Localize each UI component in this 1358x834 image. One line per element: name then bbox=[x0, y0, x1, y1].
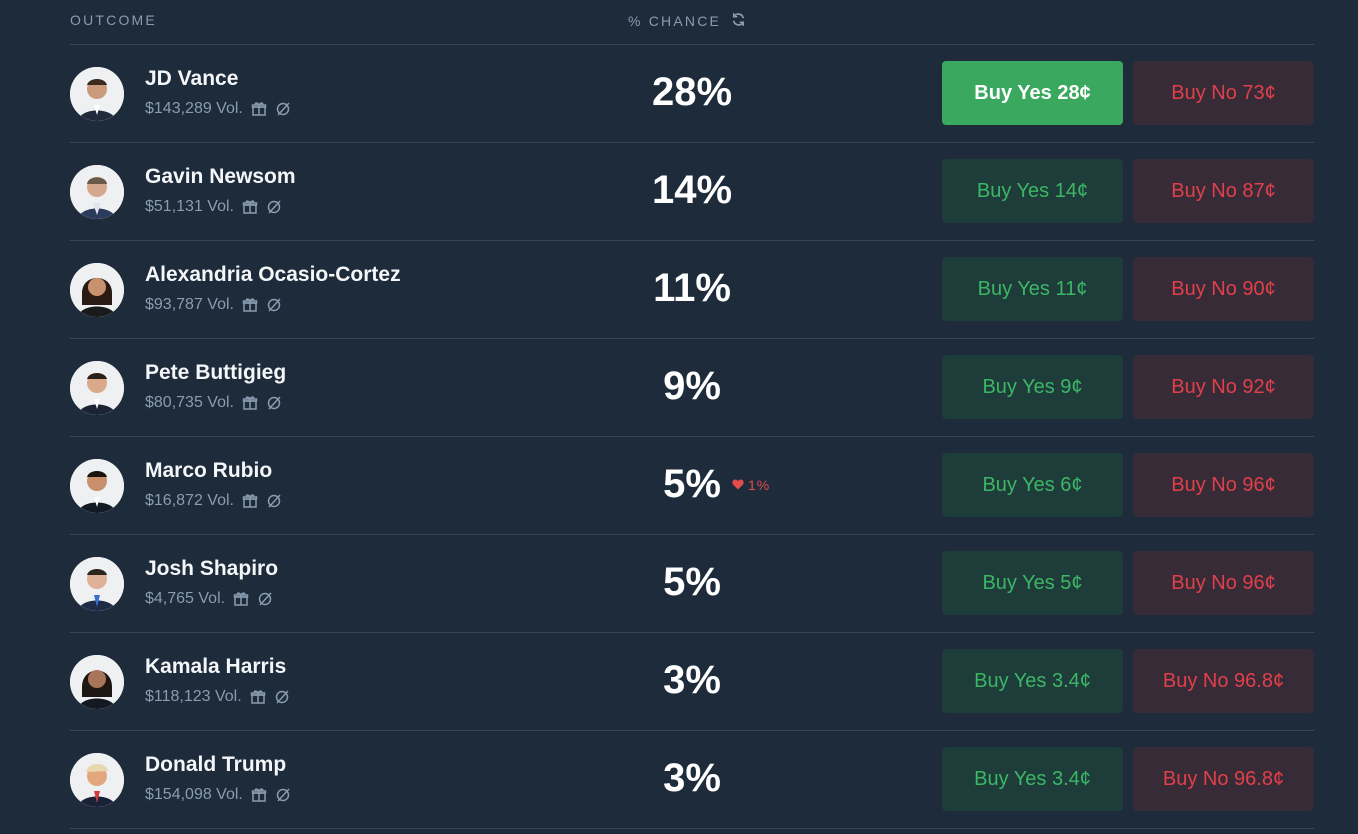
chance-value: 9% bbox=[663, 364, 721, 408]
volume-text: $143,289 Vol. bbox=[145, 100, 243, 117]
outcome-row[interactable]: Kamala Harris $118,123 Vol. 3% Buy Yes 3… bbox=[70, 633, 1314, 731]
heart-icon bbox=[732, 477, 748, 493]
outcome-name: Alexandria Ocasio-Cortez bbox=[145, 263, 401, 286]
outcome-row[interactable]: Josh Shapiro $4,765 Vol. 5% Buy Yes 5¢ B… bbox=[70, 535, 1314, 633]
no-cash-icon[interactable] bbox=[266, 199, 282, 215]
gift-icon[interactable] bbox=[242, 297, 258, 313]
no-cash-icon[interactable] bbox=[266, 395, 282, 411]
outcome-meta: $154,098 Vol. bbox=[145, 786, 291, 804]
buy-yes-button[interactable]: Buy Yes 11¢ bbox=[942, 257, 1123, 321]
gift-icon[interactable] bbox=[242, 199, 258, 215]
volume-text: $154,098 Vol. bbox=[145, 786, 243, 803]
buy-yes-button[interactable]: Buy Yes 9¢ bbox=[942, 355, 1123, 419]
gift-icon[interactable] bbox=[242, 493, 258, 509]
buy-yes-button[interactable]: Buy Yes 5¢ bbox=[942, 551, 1123, 615]
chance-value: 5% bbox=[663, 560, 721, 604]
refresh-icon[interactable] bbox=[721, 12, 746, 30]
outcome-column-header: OUTCOME bbox=[70, 12, 157, 28]
chance-value: 3% bbox=[663, 756, 721, 800]
outcome-name: Donald Trump bbox=[145, 753, 287, 776]
buy-no-button[interactable]: Buy No 92¢ bbox=[1133, 355, 1314, 419]
outcome-row[interactable]: Marco Rubio $16,872 Vol. 5% 1% Buy Yes 6… bbox=[70, 437, 1314, 535]
gift-icon[interactable] bbox=[251, 787, 267, 803]
table-header: OUTCOME % CHANCE bbox=[70, 0, 1314, 45]
no-cash-icon[interactable] bbox=[266, 297, 282, 313]
outcome-meta: $93,787 Vol. bbox=[145, 296, 282, 314]
outcome-name: Gavin Newsom bbox=[145, 165, 296, 188]
outcome-meta: $51,131 Vol. bbox=[145, 198, 282, 216]
volume-text: $93,787 Vol. bbox=[145, 296, 234, 313]
buy-no-button[interactable]: Buy No 90¢ bbox=[1133, 257, 1314, 321]
chance-column-header[interactable]: % CHANCE bbox=[628, 12, 746, 30]
no-cash-icon[interactable] bbox=[257, 591, 273, 607]
buy-no-button[interactable]: Buy No 96¢ bbox=[1133, 551, 1314, 615]
outcome-name: Marco Rubio bbox=[145, 459, 273, 482]
buy-yes-button[interactable]: Buy Yes 14¢ bbox=[942, 159, 1123, 223]
outcome-meta: $143,289 Vol. bbox=[145, 100, 291, 118]
gift-icon[interactable] bbox=[233, 591, 249, 607]
outcome-name: Kamala Harris bbox=[145, 655, 287, 678]
chance-value: 3% bbox=[663, 658, 721, 702]
buy-yes-button[interactable]: Buy Yes 28¢ bbox=[942, 61, 1123, 125]
no-cash-icon[interactable] bbox=[274, 689, 290, 705]
chance-change-value: 1% bbox=[748, 477, 771, 493]
avatar bbox=[70, 67, 124, 121]
outcome-meta: $118,123 Vol. bbox=[145, 688, 290, 706]
outcome-row[interactable]: Alexandria Ocasio-Cortez $93,787 Vol. 11… bbox=[70, 241, 1314, 339]
gift-icon[interactable] bbox=[242, 395, 258, 411]
volume-text: $4,765 Vol. bbox=[145, 590, 226, 607]
avatar bbox=[70, 263, 124, 317]
chance-change: 1% bbox=[732, 477, 770, 493]
volume-text: $80,735 Vol. bbox=[145, 394, 234, 411]
buy-no-button[interactable]: Buy No 73¢ bbox=[1133, 61, 1314, 125]
outcome-list: JD Vance $143,289 Vol. 28% Buy Yes 28¢ B… bbox=[70, 45, 1314, 829]
chance-header-label: % CHANCE bbox=[628, 13, 722, 29]
chance-value: 11% bbox=[653, 266, 731, 310]
avatar bbox=[70, 459, 124, 513]
buy-no-button[interactable]: Buy No 96¢ bbox=[1133, 453, 1314, 517]
outcome-meta: $4,765 Vol. bbox=[145, 590, 273, 608]
outcome-row[interactable]: Donald Trump $154,098 Vol. 3% Buy Yes 3.… bbox=[70, 731, 1314, 829]
buy-yes-button[interactable]: Buy Yes 3.4¢ bbox=[942, 649, 1123, 713]
volume-text: $118,123 Vol. bbox=[145, 688, 242, 705]
buy-no-button[interactable]: Buy No 96.8¢ bbox=[1133, 747, 1314, 811]
outcome-meta: $80,735 Vol. bbox=[145, 394, 282, 412]
outcome-name: Josh Shapiro bbox=[145, 557, 279, 580]
no-cash-icon[interactable] bbox=[266, 493, 282, 509]
volume-text: $16,872 Vol. bbox=[145, 492, 234, 509]
chance-value: 28% bbox=[651, 70, 733, 114]
buy-yes-button[interactable]: Buy Yes 3.4¢ bbox=[942, 747, 1123, 811]
buy-yes-button[interactable]: Buy Yes 6¢ bbox=[942, 453, 1123, 517]
buy-no-button[interactable]: Buy No 96.8¢ bbox=[1133, 649, 1314, 713]
avatar bbox=[70, 165, 124, 219]
outcome-meta: $16,872 Vol. bbox=[145, 492, 282, 510]
outcome-name: JD Vance bbox=[145, 67, 239, 90]
outcome-row[interactable]: Pete Buttigieg $80,735 Vol. 9% Buy Yes 9… bbox=[70, 339, 1314, 437]
avatar bbox=[70, 753, 124, 807]
gift-icon[interactable] bbox=[251, 101, 267, 117]
gift-icon[interactable] bbox=[250, 689, 266, 705]
avatar bbox=[70, 557, 124, 611]
outcome-row[interactable]: JD Vance $143,289 Vol. 28% Buy Yes 28¢ B… bbox=[70, 45, 1314, 143]
buy-no-button[interactable]: Buy No 87¢ bbox=[1133, 159, 1314, 223]
volume-text: $51,131 Vol. bbox=[145, 198, 234, 215]
chance-value: 14% bbox=[651, 168, 733, 212]
outcome-name: Pete Buttigieg bbox=[145, 361, 287, 384]
outcome-row[interactable]: Gavin Newsom $51,131 Vol. 14% Buy Yes 14… bbox=[70, 143, 1314, 241]
avatar bbox=[70, 655, 124, 709]
avatar bbox=[70, 361, 124, 415]
no-cash-icon[interactable] bbox=[275, 101, 291, 117]
no-cash-icon[interactable] bbox=[275, 787, 291, 803]
